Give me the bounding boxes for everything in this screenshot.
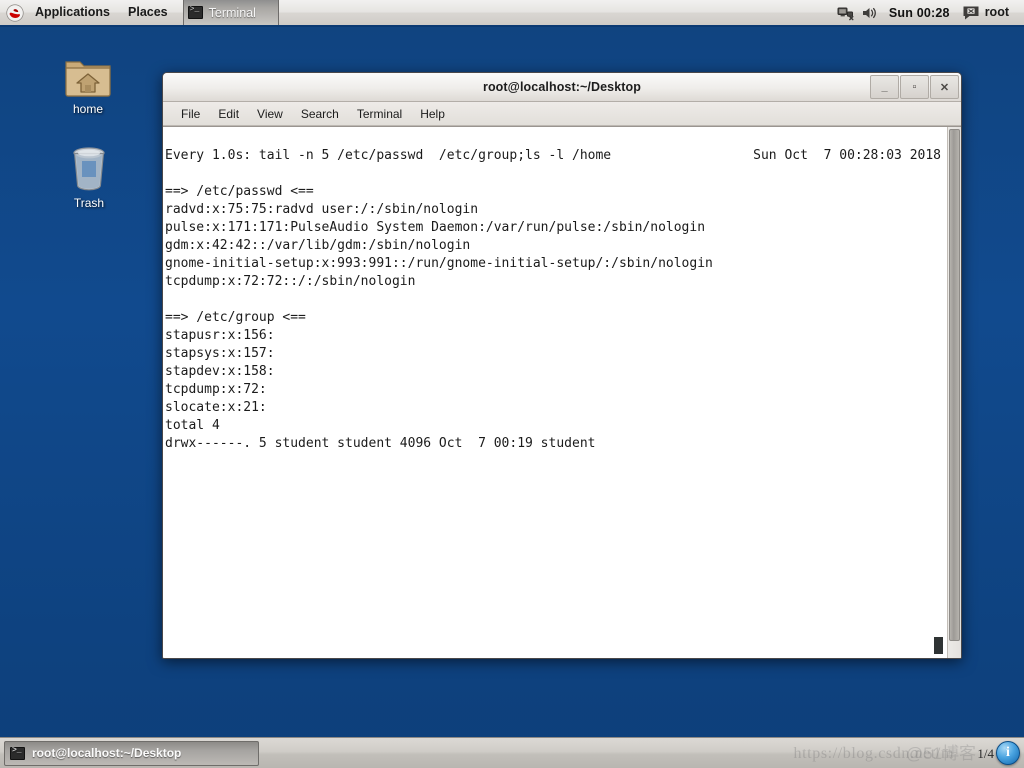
window-controls: _ ▫ ✕ — [870, 75, 959, 99]
active-window-button[interactable]: Terminal — [182, 0, 279, 25]
menu-view[interactable]: View — [249, 105, 291, 123]
menu-search[interactable]: Search — [293, 105, 347, 123]
active-window-label: Terminal — [208, 5, 256, 20]
home-folder-icon — [46, 46, 130, 98]
clock[interactable]: Sun 00:28 — [881, 6, 958, 20]
places-menu[interactable]: Places — [119, 0, 177, 25]
watch-header-line: Every 1.0s: tail -n 5 /etc/passwd /etc/g… — [165, 147, 947, 165]
close-button[interactable]: ✕ — [930, 75, 959, 99]
applications-menu[interactable]: Applications — [26, 0, 119, 25]
watch-timestamp: Sun Oct 7 00:28:03 2018 — [753, 148, 941, 163]
menu-terminal[interactable]: Terminal — [349, 105, 410, 123]
terminal-line: ==> /etc/group <== — [165, 310, 306, 325]
task-button-label: root@localhost:~/Desktop — [32, 746, 182, 760]
volume-speaker-icon[interactable] — [861, 5, 879, 21]
watermark-url: https://blog.csdn.net/m — [793, 745, 954, 762]
top-panel-left: Applications Places Terminal — [0, 0, 279, 25]
watch-command: Every 1.0s: tail -n 5 /etc/passwd /etc/g… — [165, 148, 612, 163]
terminal-line: stapdev:x:158: — [165, 364, 275, 379]
terminal-titlebar[interactable]: root@localhost:~/Desktop _ ▫ ✕ — [163, 73, 961, 102]
maximize-button[interactable]: ▫ — [900, 75, 929, 99]
terminal-window[interactable]: root@localhost:~/Desktop _ ▫ ✕ File Edit… — [162, 72, 962, 659]
user-message-icon[interactable] — [962, 5, 980, 21]
desktop-icon-home[interactable]: home — [46, 46, 130, 116]
top-panel-tray: Sun 00:28 root — [837, 0, 1024, 25]
bottom-panel: root@localhost:~/Desktop https://blog.cs… — [0, 737, 1024, 768]
network-disconnected-icon[interactable] — [837, 5, 855, 21]
redhat-logo-icon[interactable] — [6, 3, 24, 22]
terminal-line: tcpdump:x:72:72::/:/sbin/nologin — [165, 274, 416, 289]
user-menu[interactable]: root — [985, 0, 1018, 25]
terminal-line: stapsys:x:157: — [165, 346, 275, 361]
menu-file[interactable]: File — [173, 105, 208, 123]
terminal-line: ==> /etc/passwd <== — [165, 184, 314, 199]
terminal-line: stapusr:x:156: — [165, 328, 275, 343]
terminal-line: total 4 — [165, 418, 220, 433]
info-icon[interactable]: i — [996, 741, 1020, 765]
terminal-line: drwx------. 5 student student 4096 Oct 7… — [165, 436, 596, 451]
terminal-line: slocate:x:21: — [165, 400, 267, 415]
terminal-scrollbar[interactable] — [947, 127, 961, 658]
terminal-body[interactable]: Every 1.0s: tail -n 5 /etc/passwd /etc/g… — [163, 126, 961, 658]
terminal-line: gnome-initial-setup:x:993:991::/run/gnom… — [165, 256, 713, 271]
terminal-icon — [187, 5, 203, 19]
user-menu-label: root — [984, 5, 1009, 19]
terminal-menubar: File Edit View Search Terminal Help — [163, 102, 961, 126]
workspace-switcher[interactable]: 1/4 — [977, 746, 994, 762]
top-panel: Applications Places Terminal — [0, 0, 1024, 27]
window-title: root@localhost:~/Desktop — [482, 80, 641, 94]
desktop-icon-home-label: home — [72, 102, 104, 116]
desktop-icon-trash[interactable]: Trash — [47, 140, 131, 210]
places-menu-label: Places — [128, 5, 168, 19]
terminal-screen[interactable]: Every 1.0s: tail -n 5 /etc/passwd /etc/g… — [163, 127, 947, 658]
task-button-terminal[interactable]: root@localhost:~/Desktop — [4, 740, 259, 766]
watermark-overlay: @51博客 — [905, 744, 976, 763]
menu-edit[interactable]: Edit — [210, 105, 247, 123]
scrollbar-thumb[interactable] — [949, 129, 960, 641]
terminal-line: tcpdump:x:72: — [165, 382, 267, 397]
terminal-line: gdm:x:42:42::/var/lib/gdm:/sbin/nologin — [165, 238, 471, 253]
terminal-icon — [10, 746, 25, 760]
desktop-icon-trash-label: Trash — [73, 196, 105, 210]
window-tasklist: root@localhost:~/Desktop — [0, 738, 259, 768]
menu-help[interactable]: Help — [412, 105, 453, 123]
trash-icon — [47, 140, 131, 192]
minimize-button[interactable]: _ — [870, 75, 899, 99]
terminal-cursor — [934, 637, 943, 654]
applications-menu-label: Applications — [35, 5, 111, 19]
terminal-line: radvd:x:75:75:radvd user:/:/sbin/nologin — [165, 202, 479, 217]
terminal-line: pulse:x:171:171:PulseAudio System Daemon… — [165, 220, 706, 235]
